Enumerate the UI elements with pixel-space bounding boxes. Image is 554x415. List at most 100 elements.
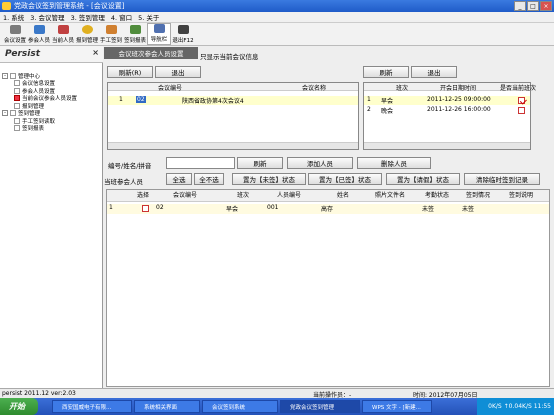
tree-item-current-attendee-settings[interactable]: 当前会议参会人员设置 bbox=[2, 95, 102, 102]
column-meeting-name: 会议名称 bbox=[302, 85, 327, 92]
form-tab[interactable]: 会议班次参会人员设置 bbox=[104, 47, 198, 59]
select-checkbox[interactable] bbox=[142, 205, 149, 212]
current-shift-checkbox[interactable] bbox=[518, 97, 525, 104]
tool-navigation[interactable]: 导航栏 bbox=[147, 23, 171, 45]
shift-row[interactable]: 2 晚会 2011-12-26 16:00:00 bbox=[364, 106, 530, 115]
header-note: 只显示当前会议信息 bbox=[200, 53, 259, 61]
column-person-id: 人员编号 bbox=[277, 192, 302, 199]
row-number: 1 bbox=[119, 96, 123, 103]
meeting-refresh-button[interactable]: 刷新(R) bbox=[107, 66, 153, 78]
tool-label: 导航栏 bbox=[150, 37, 168, 43]
taskbar-item[interactable]: WPS 文字 - [新建... bbox=[362, 400, 432, 413]
taskbar-item-active[interactable]: 党政会议签到管理 bbox=[280, 400, 360, 413]
maximize-button[interactable]: □ bbox=[527, 1, 539, 11]
collapse-icon[interactable]: - bbox=[2, 72, 8, 79]
add-person-button[interactable]: 添加人员 bbox=[287, 157, 353, 169]
menu-signin[interactable]: 3. 签到管理 bbox=[71, 12, 105, 22]
person-id-cell: 001 bbox=[267, 204, 279, 211]
tool-exit[interactable]: 退出F12 bbox=[171, 23, 195, 45]
system-tray: 0K/S ↑0.04K/S 11:55 bbox=[477, 398, 554, 415]
tool-label: 退出F12 bbox=[172, 38, 194, 44]
taskbar-item[interactable]: 西安国威电子有限... bbox=[52, 400, 132, 413]
column-signin-status: 签到情况 bbox=[466, 192, 491, 199]
shift-refresh-button[interactable]: 刷新 bbox=[363, 66, 409, 78]
tree-item-manual-signin[interactable]: 手工签到读取 bbox=[2, 117, 102, 125]
title-bar: 党政会议签到管理系统 - [会议设置] _ □ × bbox=[0, 0, 554, 12]
shift-list-header: 班次 开会日期时间 是否当前班次 bbox=[364, 83, 536, 92]
menu-about[interactable]: 5. 关于 bbox=[138, 12, 159, 22]
tree-item-signin-report[interactable]: 签到报表 bbox=[2, 125, 102, 132]
select-none-button[interactable]: 全不选 bbox=[194, 173, 224, 185]
taskbar-item-label: 西安国威电子有限... bbox=[62, 404, 112, 411]
meeting-id-cell: 02 bbox=[156, 204, 164, 211]
taskbar-item[interactable]: 系统相关界面 bbox=[134, 400, 200, 413]
column-shift: 班次 bbox=[237, 192, 250, 199]
row-number: 2 bbox=[367, 106, 371, 113]
attendees-label: 当班参会人员 bbox=[104, 178, 143, 186]
taskbar-item-label: 党政会议签到管理 bbox=[290, 404, 335, 411]
meeting-list-header: 会议编号 会议名称 bbox=[108, 83, 358, 92]
tool-manual-signin[interactable]: 手工签到 bbox=[99, 23, 123, 45]
user-icon bbox=[57, 25, 69, 34]
attendees-grid-header: 选择 会议编号 班次 人员编号 姓名 照片文件名 考勤状态 签到情况 签到说明 bbox=[107, 190, 549, 202]
smile-icon bbox=[81, 25, 93, 34]
taskbar-item-label: WPS 文字 - [新建... bbox=[372, 404, 421, 411]
search-input[interactable] bbox=[166, 157, 235, 169]
meeting-id-cell: 02 bbox=[136, 96, 146, 103]
shift-row[interactable]: 1 早会 2011-12-25 09:00:00 bbox=[364, 96, 530, 105]
signin-status-cell: 未签 bbox=[462, 206, 475, 213]
taskbar-item[interactable]: 会议签到系统 bbox=[202, 400, 278, 413]
attendance-cell: 未签 bbox=[422, 206, 435, 213]
hand-icon bbox=[105, 25, 117, 34]
report-icon bbox=[129, 25, 141, 34]
shift-exit-button[interactable]: 退出 bbox=[411, 66, 457, 78]
navigation-tree: - 管理中心 会议信息设置 参会人员设置 当前会议参会人员设置 报到管理 - 签到管… bbox=[2, 72, 102, 132]
tool-attendees[interactable]: 参会人员 bbox=[27, 23, 51, 45]
attendee-row[interactable]: 1 02 早会 001 高存 未签 未签 bbox=[107, 204, 549, 214]
tool-label: 报到管理 bbox=[75, 38, 98, 44]
tray-text: 0K/S ↑0.04K/S 11:55 bbox=[488, 403, 551, 410]
meeting-list: 会议编号 会议名称 1 02 陕西省政协第4次会议4 bbox=[107, 82, 359, 150]
close-pane-icon[interactable]: × bbox=[92, 48, 99, 57]
column-attendance: 考勤状态 bbox=[425, 192, 450, 199]
tool-signin-report[interactable]: 签到报表 bbox=[123, 23, 147, 45]
start-button[interactable]: 开始 bbox=[0, 398, 38, 415]
tool-registration[interactable]: 报到管理 bbox=[75, 23, 99, 45]
set-leave-button[interactable]: 置为【请假】状态 bbox=[386, 173, 460, 185]
meeting-row[interactable]: 1 02 陕西省政协第4次会议4 bbox=[108, 96, 358, 105]
menu-window[interactable]: 4. 窗口 bbox=[111, 12, 132, 22]
close-button[interactable]: × bbox=[540, 1, 552, 11]
column-datetime: 开会日期时间 bbox=[440, 85, 477, 92]
navigation-pane-header: Persist × bbox=[0, 46, 103, 63]
tool-meeting-settings[interactable]: 会议设置 bbox=[3, 23, 27, 45]
app-icon bbox=[2, 2, 11, 10]
column-is-current: 是否当前班次 bbox=[500, 85, 537, 92]
current-shift-checkbox[interactable] bbox=[518, 107, 525, 114]
horizontal-scrollbar[interactable] bbox=[108, 142, 358, 149]
meeting-exit-button[interactable]: 退出 bbox=[155, 66, 201, 78]
window-title: 党政会议签到管理系统 - [会议设置] bbox=[14, 2, 125, 10]
people-icon bbox=[33, 25, 45, 34]
folder-icon bbox=[10, 110, 16, 117]
set-signed-button[interactable]: 置为【已签】状态 bbox=[308, 173, 382, 185]
row-number: 1 bbox=[109, 204, 113, 211]
shift-cell: 早会 bbox=[381, 98, 394, 105]
name-cell: 高存 bbox=[321, 206, 334, 213]
attendee-refresh-button[interactable]: 刷新 bbox=[237, 157, 283, 169]
search-label: 编号/姓名/拼音 bbox=[108, 162, 152, 170]
menu-system[interactable]: 1. 系统 bbox=[3, 12, 24, 22]
horizontal-scrollbar[interactable] bbox=[364, 142, 530, 149]
collapse-icon[interactable]: - bbox=[2, 110, 8, 117]
minimize-button[interactable]: _ bbox=[514, 1, 526, 11]
menu-meeting[interactable]: 3. 会议管理 bbox=[30, 12, 64, 22]
doc-icon bbox=[14, 80, 20, 87]
tree-item-registration[interactable]: 报到管理 bbox=[2, 102, 102, 110]
delete-person-button[interactable]: 删除人员 bbox=[357, 157, 431, 169]
toolbar: 会议设置 参会人员 当前人员 报到管理 手工签到 签到报表 导航栏 退出F12 bbox=[0, 23, 554, 46]
tool-current-people[interactable]: 当前人员 bbox=[51, 23, 75, 45]
clear-temp-signin-button[interactable]: 清除临时签到记录 bbox=[464, 173, 540, 185]
row-number: 1 bbox=[367, 96, 371, 103]
select-all-button[interactable]: 全选 bbox=[166, 173, 192, 185]
doc-icon bbox=[14, 117, 20, 124]
set-unsigned-button[interactable]: 置为【未签】状态 bbox=[232, 173, 306, 185]
